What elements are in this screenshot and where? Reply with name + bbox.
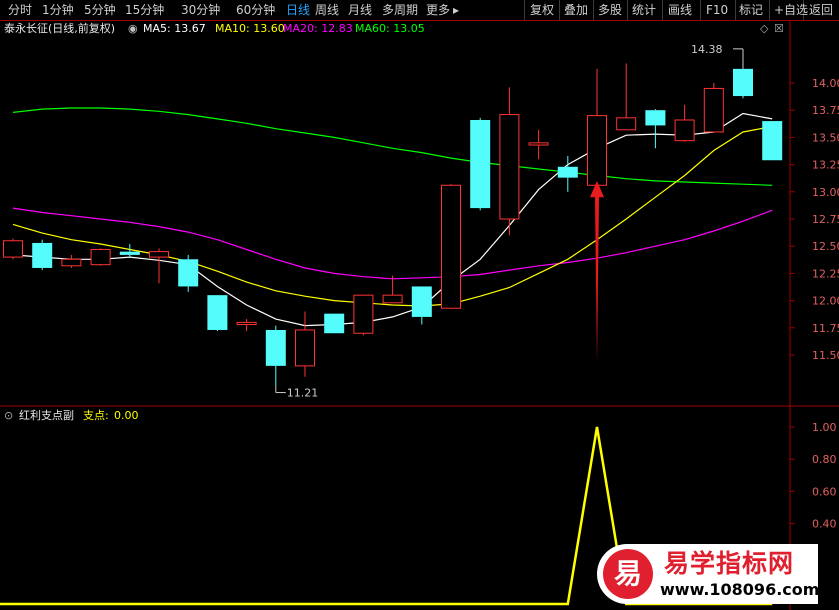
y-tick-label: 12.00	[812, 295, 839, 308]
candle-body	[61, 258, 82, 267]
toolbar-button-8[interactable]: 返回	[809, 1, 833, 19]
y-tick-label: 14.00	[812, 77, 839, 90]
candle-body	[382, 294, 403, 304]
low-label: 11.21	[287, 387, 319, 400]
watermark-name: 易学指标网	[664, 549, 795, 578]
toolbar-button-6[interactable]: 标记	[739, 1, 763, 19]
y-tick-label: 12.75	[812, 213, 839, 226]
toolbar-button-2[interactable]: 多股	[598, 1, 622, 19]
stock-name[interactable]: 泰永长征(日线,前复权)	[4, 21, 115, 37]
tab-1[interactable]: 1分钟	[42, 1, 74, 19]
watermark-logo-icon: 易	[603, 549, 653, 599]
y-tick-label: 13.25	[812, 159, 839, 172]
tab-2[interactable]: 5分钟	[84, 1, 116, 19]
sub-y-tick-label: 1.00	[812, 421, 837, 434]
candle-body	[324, 313, 345, 334]
candle-body	[499, 114, 520, 220]
candle-body	[528, 142, 549, 146]
sub-y-tick-label: 0.60	[812, 485, 837, 498]
diamond-icon[interactable]: ◇	[760, 21, 768, 37]
tab-5[interactable]: 60分钟	[236, 1, 275, 19]
candle-body	[295, 329, 315, 367]
toolbar-divider	[524, 0, 525, 20]
toolbar-divider	[735, 0, 736, 20]
candle-body	[3, 240, 23, 258]
candle-body	[616, 117, 637, 131]
toolbar-button-5[interactable]: F10	[706, 1, 728, 19]
toolbar-divider	[769, 0, 770, 20]
candle-body	[265, 329, 286, 366]
candle-body	[703, 87, 724, 133]
toolbar-divider	[627, 0, 628, 20]
toolbar-button-1[interactable]: 叠加	[564, 1, 588, 19]
more-arrow-icon[interactable]: ▸	[453, 1, 459, 19]
tab-0[interactable]: 分时	[8, 1, 32, 19]
tab-7[interactable]: 周线	[315, 1, 339, 19]
y-tick-label: 13.00	[812, 186, 839, 199]
tab-10[interactable]: 更多	[426, 1, 450, 19]
toolbar-divider	[559, 0, 560, 20]
candle-body	[674, 119, 695, 142]
tab-3[interactable]: 15分钟	[125, 1, 164, 19]
candle-body	[645, 110, 666, 126]
candle-body	[733, 68, 753, 97]
sub-y-tick-label: 0.40	[812, 518, 837, 531]
tab-9[interactable]: 多周期	[382, 1, 418, 19]
candle-body	[90, 248, 111, 266]
toolbar-button-4[interactable]: 画线	[668, 1, 692, 19]
candle-body	[149, 251, 169, 258]
toolbar-divider	[700, 0, 701, 20]
ma10-label: MA10: 13.60	[215, 22, 285, 35]
candle-body	[470, 119, 491, 209]
candle-body	[119, 251, 140, 255]
y-tick-label: 11.75	[812, 322, 839, 335]
tab-4[interactable]: 30分钟	[181, 1, 220, 19]
chevron-down-icon[interactable]: ◉	[128, 21, 138, 37]
candle-body	[236, 321, 257, 326]
sub-chevron-icon[interactable]: ⊙	[4, 408, 13, 424]
toolbar-divider	[593, 0, 594, 20]
candle-body	[762, 121, 783, 161]
sub-y-tick-label: 0.80	[812, 453, 837, 466]
candle-body	[353, 294, 374, 334]
candle-body	[207, 295, 228, 330]
candle-body	[557, 166, 578, 178]
annotation-arrow	[590, 180, 604, 363]
high-label: 14.38	[691, 43, 723, 56]
indicator-value: 0.00	[114, 409, 139, 422]
y-tick-label: 12.25	[812, 267, 839, 280]
ma20-label: MA20: 12.83	[283, 22, 353, 35]
y-tick-label: 12.50	[812, 240, 839, 253]
period-toolbar: 分时 1分钟 5分钟 15分钟 30分钟 60分钟 日线 周线 月线 多周期 更多 ▸ 复权 叠加 多股 统计…	[0, 0, 839, 20]
y-tick-label: 13.50	[812, 131, 839, 144]
indicator-name[interactable]: 红利支点副	[19, 408, 74, 424]
toolbar-divider	[662, 0, 663, 20]
chart-area[interactable]: 14.00 13.75 13.50 13.25 13.00 12.75 12.50 12.25…	[0, 20, 839, 610]
y-tick-label: 11.50	[812, 349, 839, 362]
indicator-label: 支点:	[83, 409, 109, 422]
candle-body	[411, 286, 432, 317]
ma60-label: MA60: 13.05	[355, 22, 425, 35]
toolbar-button-3[interactable]: 统计	[632, 1, 656, 19]
candle-body	[178, 259, 199, 287]
ma20-line	[12, 207, 773, 280]
toolbar-button-7[interactable]: +自选	[774, 1, 808, 19]
tab-8[interactable]: 月线	[348, 1, 372, 19]
candle-body	[587, 115, 607, 186]
tab-6[interactable]: 日线	[286, 1, 310, 19]
candle-body	[32, 242, 53, 268]
y-tick-label: 13.75	[812, 104, 839, 117]
toolbar-button-0[interactable]: 复权	[530, 1, 554, 19]
candle-body	[441, 184, 461, 309]
close-icon[interactable]: ☒	[774, 21, 784, 37]
ma5-label: MA5: 13.67	[143, 22, 206, 35]
watermark-url: www.108096.com	[660, 580, 820, 599]
